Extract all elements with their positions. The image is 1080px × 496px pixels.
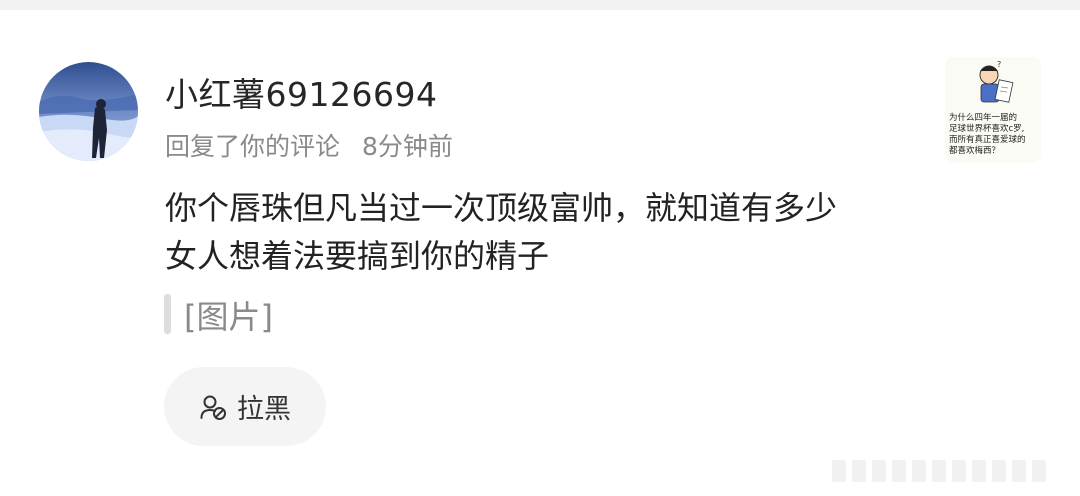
- comment-line-2: 女人想着法要搞到你的精子: [165, 237, 550, 275]
- reply-action-text: 回复了你的评论: [165, 132, 341, 161]
- svg-text:?: ?: [997, 60, 1001, 69]
- thumbnail-caption-line: 而所有真正喜爱球的: [949, 135, 1026, 145]
- thumbnail-caption-line: 足球世界杯喜欢c罗,: [949, 124, 1025, 134]
- watermark-glyph: [972, 460, 986, 482]
- watermark-glyph: [912, 460, 926, 482]
- username[interactable]: 小红薯69126694: [165, 68, 437, 116]
- thumbnail-caption-line: 为什么四年一届的: [949, 113, 1018, 123]
- comment-text: 你个唇珠但凡当过一次顶级富帅，就知道有多少 女人想着法要搞到你的精子: [165, 184, 925, 280]
- block-user-button[interactable]: 拉黑: [164, 367, 326, 446]
- thumbnail-caption-line: 都喜欢梅西？: [949, 146, 1001, 156]
- comment-meta: 回复了你的评论 8分钟前: [165, 127, 453, 163]
- watermark-glyph: [992, 460, 1006, 482]
- avatar-photo: [39, 62, 138, 161]
- thumbnail-caption: 为什么四年一届的 足球世界杯喜欢c罗, 而所有真正喜爱球的 都喜欢梅西？: [949, 113, 1041, 157]
- watermark-glyph: [952, 460, 966, 482]
- watermark-glyph: [872, 460, 886, 482]
- watermark-glyph: [1032, 460, 1046, 482]
- watermark: [832, 458, 1068, 484]
- watermark-glyph: [852, 460, 866, 482]
- watermark-glyph: [1012, 460, 1026, 482]
- avatar[interactable]: [39, 62, 138, 161]
- watermark-glyph: [932, 460, 946, 482]
- user-block-icon: [200, 395, 226, 420]
- timestamp: 8分钟前: [362, 132, 453, 161]
- reply-thumbnail[interactable]: ? 为什么四年一届的 足球世界杯喜欢c罗, 而所有真正喜爱球的 都喜欢梅西？: [945, 57, 1041, 163]
- image-attachment-label[interactable]: [图片]: [184, 292, 273, 338]
- block-button-label: 拉黑: [237, 394, 291, 425]
- quote-bar: [164, 294, 171, 334]
- watermark-glyph: [892, 460, 906, 482]
- top-divider-strip: [0, 0, 1080, 10]
- watermark-glyph: [832, 460, 846, 482]
- comment-line-1: 你个唇珠但凡当过一次顶级富帅，就知道有多少: [165, 189, 838, 227]
